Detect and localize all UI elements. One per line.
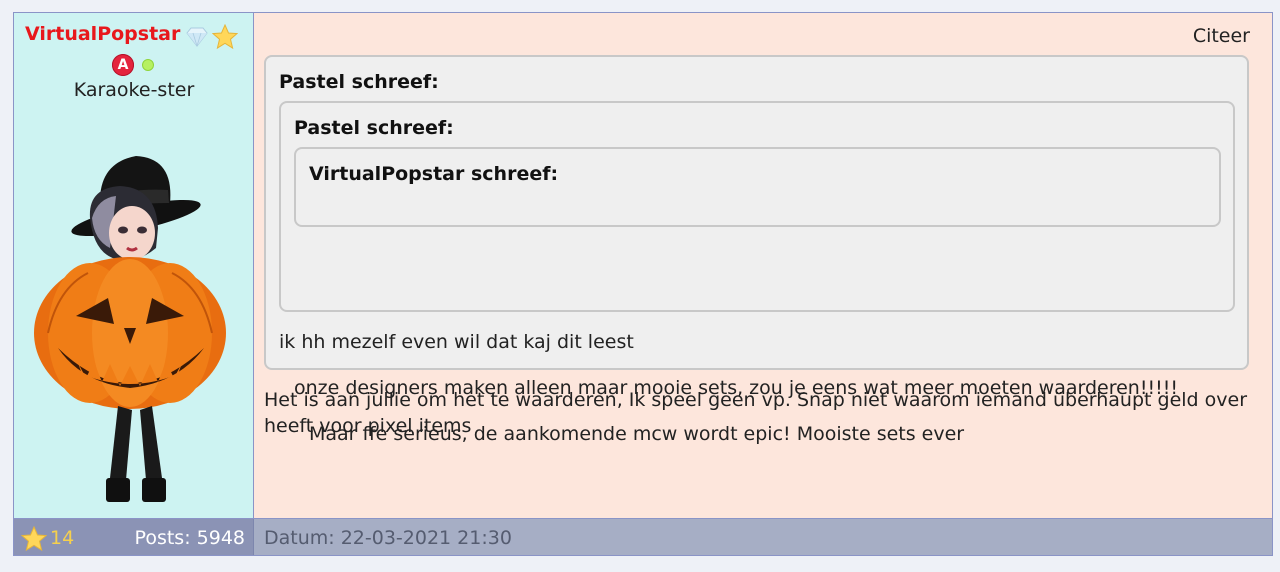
user-panel: VirtualPopstar A Karaoke-ster [14, 13, 254, 518]
quote-text: ik hh mezelf even wil dat kaj dit leest [279, 331, 634, 353]
quote-block-inner: VirtualPopstar schreef: Maar ffe serieus… [294, 147, 1221, 445]
forum-post: VirtualPopstar A Karaoke-ster Citeer Pas… [13, 12, 1273, 556]
post-content: Citeer Pastel schreef: Pastel schreef: V… [254, 13, 1272, 518]
stars-count: 14 [50, 527, 75, 549]
star-icon [212, 24, 238, 50]
star-icon [21, 526, 47, 552]
quote-author: Pastel schreef: [294, 117, 454, 139]
avatar [34, 156, 226, 502]
badge-icon: A [112, 54, 134, 76]
username[interactable]: VirtualPopstar [25, 23, 180, 45]
quote-block-middle: Pastel schreef: VirtualPopstar schreef: … [279, 101, 1235, 445]
quote-author: Pastel schreef: [279, 71, 439, 93]
post-body: Het is aan jullie om het te waarderen, I… [264, 389, 1248, 437]
quote-block-outer: Pastel schreef: Pastel schreef: VirtualP… [264, 55, 1249, 445]
diamond-icon [186, 27, 208, 47]
quote-author: VirtualPopstar schreef: [309, 163, 559, 185]
post-date: Datum: 22-03-2021 21:30 [264, 527, 512, 549]
quote-button[interactable]: Citeer [1193, 25, 1250, 47]
user-stats: 14 Posts: 5948 [14, 519, 254, 555]
online-status-icon [142, 59, 154, 71]
user-rank: Karaoke-ster [73, 79, 195, 101]
post-footer: 14 Posts: 5948 Datum: 22-03-2021 21:30 [14, 518, 1272, 555]
posts-count: Posts: 5948 [134, 527, 245, 549]
